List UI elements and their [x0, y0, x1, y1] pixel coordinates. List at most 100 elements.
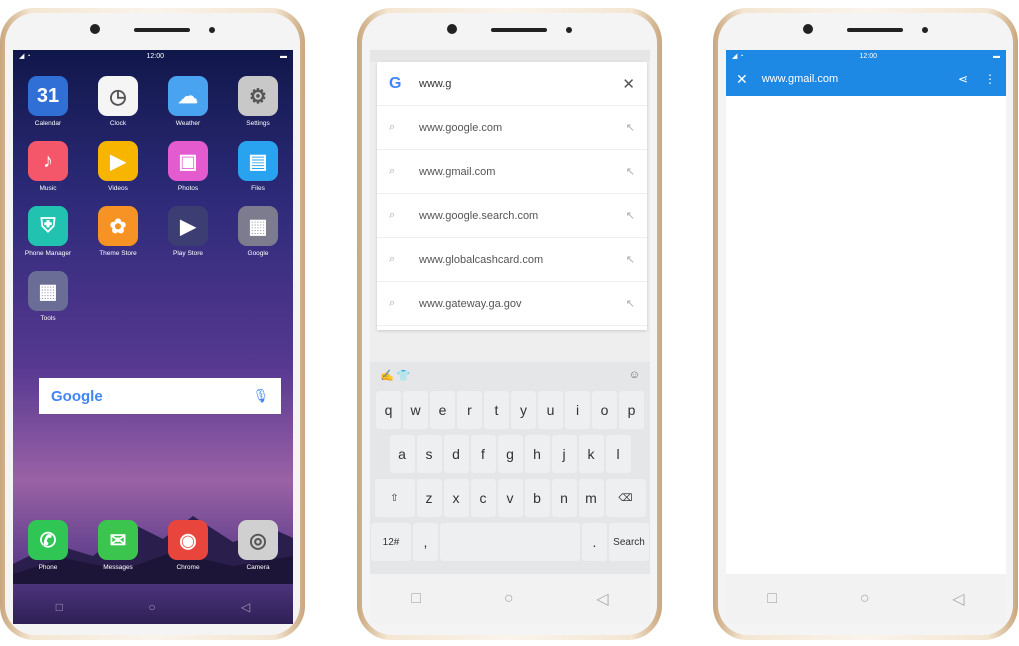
search-input[interactable]: www.g	[419, 78, 622, 90]
suggestion-item[interactable]: ⌕ www.globalcashcard.com ↖	[377, 238, 647, 282]
back-button[interactable]: ◁	[241, 600, 250, 614]
keyboard-toolbar: ✍ 👕 ☺	[370, 362, 650, 388]
app-chrome[interactable]: ◉ Chrome	[153, 520, 223, 571]
app-camera[interactable]: ◎ Camera	[223, 520, 293, 571]
suggestion-text: www.google.search.com	[419, 209, 539, 222]
app-label: Weather	[175, 120, 201, 127]
key-j[interactable]: j	[551, 435, 577, 473]
suggestion-item[interactable]: ⌕ www.google.com ↖	[377, 106, 647, 150]
key-l[interactable]: l	[605, 435, 631, 473]
key-e[interactable]: e	[430, 391, 455, 429]
fill-arrow-icon[interactable]: ↖	[626, 209, 635, 222]
recent-apps-button[interactable]: □	[767, 590, 777, 608]
numbers-key[interactable]: 12#	[371, 523, 411, 561]
key-x[interactable]: x	[443, 479, 469, 517]
app-theme-store[interactable]: ✿ Theme Store	[83, 206, 153, 257]
key-z[interactable]: z	[416, 479, 442, 517]
recent-apps-button[interactable]: □	[411, 590, 421, 608]
app-videos[interactable]: ▶ Videos	[83, 141, 153, 192]
suggestion-item[interactable]: ⌕ www.gmail.com ↖	[377, 150, 647, 194]
key-q[interactable]: q	[376, 391, 401, 429]
fill-arrow-icon[interactable]: ↖	[626, 121, 635, 134]
weather-icon: ☁	[168, 76, 208, 116]
app-label: Phone Manager	[24, 250, 72, 257]
app-tools[interactable]: ▦ Tools	[13, 271, 83, 322]
share-icon[interactable]: ⋖	[958, 72, 968, 86]
key-u[interactable]: u	[538, 391, 563, 429]
app-photos[interactable]: ▣ Photos	[153, 141, 223, 192]
key-a[interactable]: a	[389, 435, 415, 473]
key-k[interactable]: k	[578, 435, 604, 473]
app-weather[interactable]: ☁ Weather	[153, 76, 223, 127]
phone-browser-search: G www.g ✕ ⌕ www.google.com ↖ ⌕ www.gmail.com…	[357, 8, 662, 640]
phone-icon: ✆	[28, 520, 68, 560]
more-options-icon[interactable]: ⋮	[984, 72, 996, 86]
emoji-icon[interactable]: ☺	[629, 369, 640, 381]
gear-icon: ⚙	[238, 76, 278, 116]
key-n[interactable]: n	[551, 479, 577, 517]
comma-key[interactable]: ,	[413, 523, 438, 561]
fill-arrow-icon[interactable]: ↖	[626, 253, 635, 266]
key-b[interactable]: b	[524, 479, 550, 517]
key-y[interactable]: y	[511, 391, 536, 429]
app-music[interactable]: ♪ Music	[13, 141, 83, 192]
google-g-icon: G	[389, 74, 402, 92]
microphone-icon[interactable]: 🎙	[252, 388, 269, 404]
suggestion-item[interactable]: ⌕ www.gateway.ga.gov ↖	[377, 282, 647, 326]
key-s[interactable]: s	[416, 435, 442, 473]
shift-key[interactable]: ⇧	[374, 479, 415, 517]
app-phone[interactable]: ✆ Phone	[13, 520, 83, 571]
close-icon[interactable]: ✕	[736, 71, 748, 88]
url-text[interactable]: www.gmail.com	[762, 73, 942, 85]
google-search-widget[interactable]: Google 🎙	[39, 378, 281, 414]
front-camera	[447, 24, 457, 34]
search-key[interactable]: Search	[609, 523, 649, 561]
camera-icon: ◎	[238, 520, 278, 560]
app-label: Theme Store	[99, 250, 137, 257]
key-h[interactable]: h	[524, 435, 550, 473]
search-icon: ⌕	[389, 121, 396, 133]
key-c[interactable]: c	[470, 479, 496, 517]
key-t[interactable]: t	[484, 391, 509, 429]
app-messages[interactable]: ✉ Messages	[83, 520, 153, 571]
app-google[interactable]: ▦ Google	[223, 206, 293, 257]
key-g[interactable]: g	[497, 435, 523, 473]
search-icon: ⌕	[389, 165, 396, 177]
home-button[interactable]: ○	[148, 600, 155, 614]
status-bar: ◢ ◔ 12:00 ▬	[726, 50, 1006, 62]
home-button[interactable]: ○	[504, 590, 514, 608]
key-o[interactable]: o	[592, 391, 617, 429]
battery-icon: ▬	[280, 52, 287, 60]
app-clock[interactable]: ◷ Clock	[83, 76, 153, 127]
fill-arrow-icon[interactable]: ↖	[626, 297, 635, 310]
home-button[interactable]: ○	[860, 590, 870, 608]
status-time: 12:00	[859, 52, 878, 60]
keyboard-row-4: 12# , . Search	[370, 520, 650, 564]
phone-home: ◢ ◔ 12:00 ▬ 31 Calendar ◷ Clock ☁ Weather ⚙ Set…	[0, 8, 305, 640]
app-settings[interactable]: ⚙ Settings	[223, 76, 293, 127]
space-key[interactable]	[440, 523, 580, 561]
key-p[interactable]: p	[619, 391, 644, 429]
app-files[interactable]: ▤ Files	[223, 141, 293, 192]
key-i[interactable]: i	[565, 391, 590, 429]
search-input-row[interactable]: G www.g ✕	[377, 62, 647, 106]
key-w[interactable]: w	[403, 391, 428, 429]
key-d[interactable]: d	[443, 435, 469, 473]
fill-arrow-icon[interactable]: ↖	[626, 165, 635, 178]
recent-apps-button[interactable]: □	[56, 600, 63, 614]
back-button[interactable]: ◁	[596, 589, 608, 609]
key-v[interactable]: v	[497, 479, 523, 517]
key-r[interactable]: r	[457, 391, 482, 429]
app-calendar[interactable]: 31 Calendar	[13, 76, 83, 127]
period-key[interactable]: .	[582, 523, 607, 561]
close-icon[interactable]: ✕	[622, 75, 635, 93]
backspace-key[interactable]: ⌫	[605, 479, 646, 517]
key-m[interactable]: m	[578, 479, 604, 517]
app-play-store[interactable]: ▶ Play Store	[153, 206, 223, 257]
app-phone-manager[interactable]: ⛨ Phone Manager	[13, 206, 83, 257]
key-f[interactable]: f	[470, 435, 496, 473]
suggestion-item[interactable]: ⌕ www.google.search.com ↖	[377, 194, 647, 238]
back-button[interactable]: ◁	[952, 589, 964, 609]
handwriting-icon[interactable]: ✍ 👕	[380, 369, 410, 382]
earpiece	[847, 28, 903, 32]
